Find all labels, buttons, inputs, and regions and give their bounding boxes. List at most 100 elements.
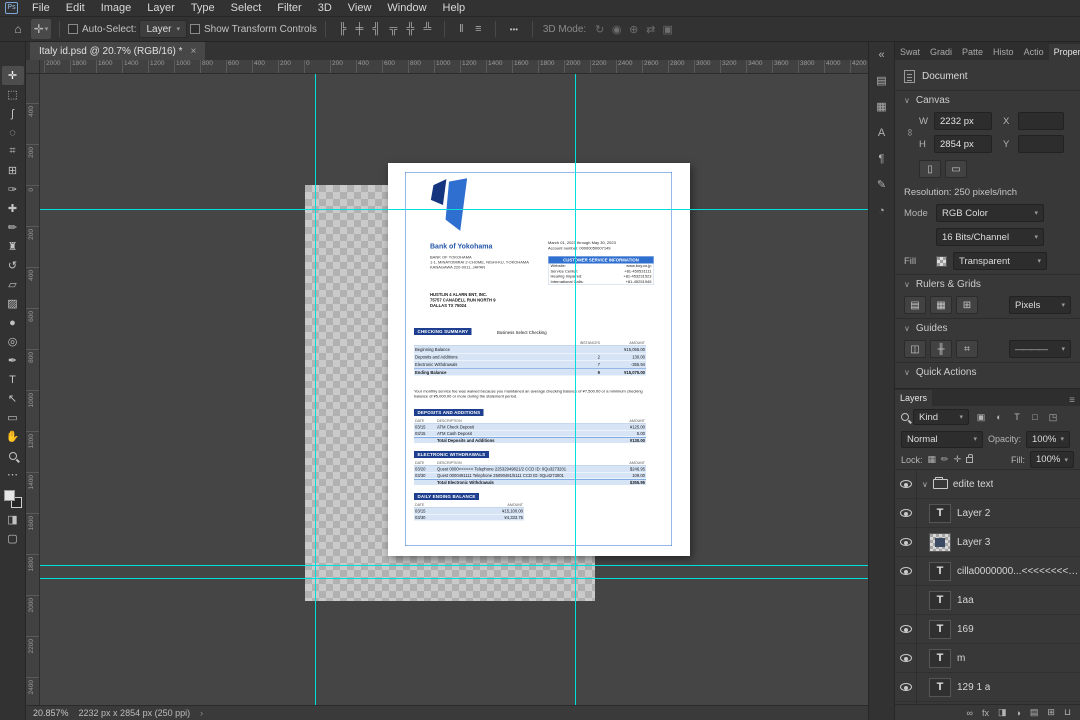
visibility-toggle[interactable]: [895, 499, 917, 527]
align-left-icon[interactable]: ╠: [334, 20, 351, 38]
brush-tool[interactable]: ✏: [2, 218, 24, 237]
crop-tool[interactable]: ⌗: [2, 142, 24, 161]
lock-all-icon[interactable]: [966, 454, 974, 463]
layer-row[interactable]: Tm: [895, 644, 1080, 673]
menu-item-view[interactable]: View: [340, 0, 380, 16]
hand-tool[interactable]: ✋: [2, 427, 24, 446]
pen-tool[interactable]: ✒: [2, 351, 24, 370]
guide-horizontal[interactable]: [40, 209, 868, 210]
delete-layer-icon[interactable]: ⊔: [1064, 707, 1071, 718]
align-middle-v-icon[interactable]: ╬: [402, 20, 419, 38]
orientation-landscape-icon[interactable]: ▭: [945, 160, 967, 178]
rectangle-tool[interactable]: ▭: [2, 408, 24, 427]
eyedropper-tool[interactable]: ✑: [2, 180, 24, 199]
menu-item-window[interactable]: Window: [379, 0, 434, 16]
adjustment-layer-icon[interactable]: ◑: [1015, 708, 1020, 718]
frame-tool[interactable]: ⊞: [2, 161, 24, 180]
eraser-tool[interactable]: ▱: [2, 275, 24, 294]
tab-layers[interactable]: Layers: [895, 390, 933, 406]
align-right-icon[interactable]: ╣: [368, 20, 385, 38]
layer-mask-icon[interactable]: ◨: [998, 707, 1007, 718]
ruler-origin-corner[interactable]: [26, 60, 40, 74]
canvas[interactable]: Bank of Yokohama BANK OF YOKOHAMA 1-1, MI…: [40, 74, 868, 705]
menu-item-help[interactable]: Help: [435, 0, 474, 16]
guide-layout-icon[interactable]: ╫: [930, 340, 952, 358]
guides-section-header[interactable]: ∨ Guides: [904, 323, 1071, 334]
visibility-toggle[interactable]: [895, 557, 917, 585]
align-bottom-icon[interactable]: ╩: [419, 20, 436, 38]
ruler-units-dropdown[interactable]: Pixels ▾: [1009, 296, 1071, 314]
layer-row[interactable]: T 169: [895, 615, 1080, 644]
layer-effects-icon[interactable]: fx: [982, 708, 989, 718]
menu-item-layer[interactable]: Layer: [139, 0, 183, 16]
visibility-toggle[interactable]: [895, 528, 917, 556]
panel-tab-properties[interactable]: Properties: [1048, 44, 1080, 60]
width-field[interactable]: 2232 px: [934, 112, 992, 130]
menu-item-edit[interactable]: Edit: [58, 0, 93, 16]
panel-tab-histo[interactable]: Histo: [988, 44, 1019, 60]
screen-mode-icon[interactable]: ▢: [2, 529, 24, 548]
zoom-level-field[interactable]: 20.857%: [33, 708, 69, 718]
document-page[interactable]: Bank of Yokohama BANK OF YOKOHAMA 1-1, MI…: [388, 163, 690, 556]
menu-item-3d[interactable]: 3D: [310, 0, 340, 16]
blend-mode-dropdown[interactable]: Normal ▾: [901, 430, 983, 448]
home-icon[interactable]: ⌂: [8, 19, 28, 39]
align-center-h-icon[interactable]: ╪: [351, 20, 368, 38]
menu-item-filter[interactable]: Filter: [269, 0, 309, 16]
healing-brush-tool[interactable]: ✚: [2, 199, 24, 218]
canvas-fill-dropdown[interactable]: Transparent ▾: [953, 252, 1047, 270]
layer-group-icon[interactable]: ▤: [1030, 707, 1039, 718]
more-options-icon[interactable]: •••: [504, 19, 524, 39]
align-top-icon[interactable]: ╦: [385, 20, 402, 38]
filter-pixel-layers-icon[interactable]: ▣: [973, 409, 989, 425]
character-panel-icon[interactable]: A: [872, 124, 892, 141]
panel-tab-swat[interactable]: Swat: [895, 44, 925, 60]
height-field[interactable]: 2854 px: [934, 135, 992, 153]
layer-fill-field[interactable]: 100% ▾: [1030, 451, 1074, 468]
path-selection-tool[interactable]: ↖: [2, 389, 24, 408]
rulers-grids-section-header[interactable]: ∨ Rulers & Grids: [904, 279, 1071, 290]
filter-adjustment-layers-icon[interactable]: ◐: [991, 409, 1007, 425]
status-arrow-icon[interactable]: ›: [200, 708, 203, 718]
new-guide-icon[interactable]: ◫: [904, 340, 926, 358]
show-transform-checkbox[interactable]: Show Transform Controls: [190, 24, 317, 35]
guide-vertical[interactable]: [575, 74, 576, 705]
guide-horizontal[interactable]: [40, 565, 868, 566]
horizontal-ruler[interactable]: 2000 1800 1600 1400 1200 1000 800 600 400 200 0 200…: [40, 60, 868, 74]
distribute-vertical-icon[interactable]: ≡: [470, 20, 487, 38]
chevron-down-icon[interactable]: ∨: [922, 480, 928, 489]
bit-depth-dropdown[interactable]: 16 Bits/Channel ▾: [936, 228, 1044, 246]
lasso-tool[interactable]: ʃ: [2, 104, 24, 123]
layer-row[interactable]: ∨ edite text: [895, 470, 1080, 499]
history-brush-tool[interactable]: ↺: [2, 256, 24, 275]
quick-selection-tool[interactable]: ◌: [2, 123, 24, 142]
lock-transparency-icon[interactable]: ▦: [928, 454, 937, 465]
layer-row[interactable]: Layer 3: [895, 528, 1080, 557]
blur-tool[interactable]: ●: [2, 313, 24, 332]
paragraph-panel-icon[interactable]: ¶: [872, 150, 892, 167]
move-tool[interactable]: ✛: [1, 66, 24, 85]
lock-pixels-icon[interactable]: ✏: [941, 454, 949, 465]
guide-horizontal[interactable]: [40, 578, 868, 579]
menu-item-image[interactable]: Image: [93, 0, 140, 16]
menu-item-file[interactable]: File: [24, 0, 58, 16]
panel-tab-actio[interactable]: Actio: [1019, 44, 1049, 60]
panel-tab-patte[interactable]: Patte: [957, 44, 988, 60]
menu-item-type[interactable]: Type: [183, 0, 223, 16]
patterns-panel-icon[interactable]: ▦: [872, 98, 892, 115]
layer-row[interactable]: Tcilla0000000...<<<<<<<<0 d: [895, 557, 1080, 586]
color-mode-dropdown[interactable]: RGB Color ▾: [936, 204, 1044, 222]
color-swatches[interactable]: [3, 490, 22, 508]
lock-position-icon[interactable]: ✛: [954, 454, 962, 465]
close-icon[interactable]: ×: [191, 46, 197, 57]
layer-row[interactable]: T 129 1 a: [895, 673, 1080, 702]
zoom-tool[interactable]: [2, 446, 24, 465]
visibility-toggle[interactable]: [895, 470, 917, 498]
guide-style-dropdown[interactable]: ———— ▾: [1009, 340, 1071, 358]
collapse-panels-icon[interactable]: «: [872, 46, 892, 63]
move-tool-preset-icon[interactable]: ✛ ▾: [31, 19, 51, 39]
foreground-color-swatch[interactable]: [3, 490, 15, 501]
guide-vertical[interactable]: [315, 74, 316, 705]
link-dimensions-icon[interactable]: ∞: [904, 129, 915, 136]
layer-filter-kind-dropdown[interactable]: Kind ▾: [913, 409, 969, 425]
